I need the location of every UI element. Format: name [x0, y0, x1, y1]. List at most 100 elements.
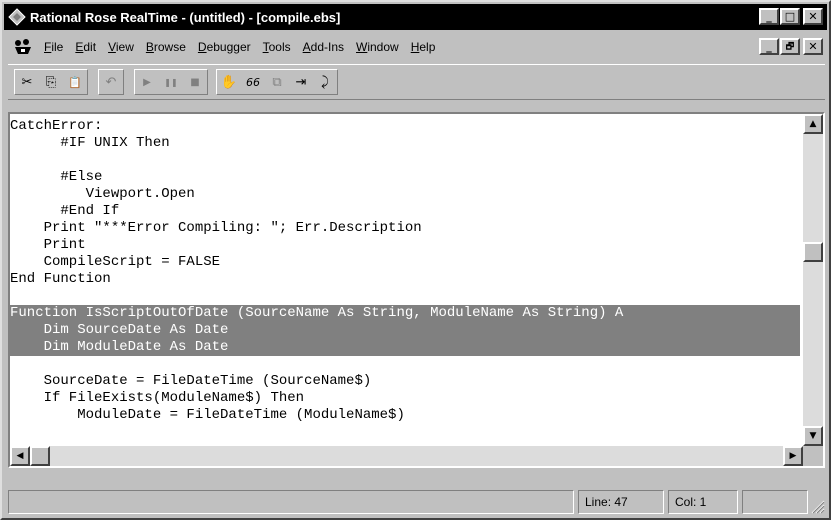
step-into-button[interactable]: ⇥ — [289, 70, 313, 94]
menu-label: indow — [367, 40, 399, 54]
code-line[interactable]: #IF UNIX Then — [10, 135, 169, 152]
copy-icon: ⎘ — [45, 74, 57, 90]
play-icon: ▶ — [143, 76, 151, 88]
minimize-icon: _ — [766, 10, 772, 23]
rose-app-icon — [8, 8, 26, 26]
pause-button[interactable]: ❚❚ — [159, 70, 183, 94]
code-line[interactable]: Viewport.Open — [10, 186, 195, 203]
calls-icon: ⧉ — [272, 74, 282, 90]
column-indicator: Col: 1 — [668, 490, 738, 514]
doc-close-button[interactable]: ✕ — [803, 38, 823, 55]
clipboard-icon: 📋 — [68, 75, 82, 89]
doc-minimize-button[interactable]: _ — [759, 38, 779, 55]
menu-label: dit — [83, 40, 97, 54]
close-icon: ✕ — [808, 10, 818, 23]
code-area[interactable]: CatchError: #IF UNIX Then #Else Viewport… — [10, 114, 800, 444]
resize-grip-icon[interactable] — [809, 498, 825, 514]
maximize-icon: □ — [784, 10, 796, 23]
paste-button[interactable]: 📋 — [63, 70, 87, 94]
menu-label: ools — [268, 40, 291, 54]
menu-label: rowse — [153, 40, 186, 54]
menu-view[interactable]: View — [102, 40, 140, 54]
menu-edit[interactable]: Edit — [69, 40, 102, 54]
title-bar[interactable]: Rational Rose RealTime - (untitled) - [c… — [4, 4, 827, 30]
vertical-scrollbar[interactable]: ▲ ▼ — [803, 114, 823, 446]
run-button[interactable]: ▶ — [135, 70, 159, 94]
line-indicator: Line: 47 — [578, 490, 664, 514]
menu-label: iew — [115, 40, 134, 54]
menu-accelerator: W — [356, 40, 368, 54]
calls-button[interactable]: ⧉ — [265, 70, 289, 94]
arrow-right-icon: ▶ — [789, 451, 797, 461]
code-line[interactable]: Print — [10, 237, 86, 254]
horizontal-scroll-thumb[interactable] — [30, 446, 50, 466]
menu-accelerator: B — [145, 40, 154, 54]
menu-items: File Edit View Browse Debugger Tools Add-Ins Wi… — [38, 40, 441, 54]
code-line[interactable]: Print "***Error Compiling: "; Err.Descri… — [10, 220, 422, 237]
minimize-button[interactable]: _ — [759, 8, 779, 25]
menu-browse[interactable]: Browse — [140, 40, 192, 54]
menu-accelerator: D — [197, 40, 207, 54]
window-title: Rational Rose RealTime - (untitled) - [c… — [30, 9, 341, 25]
menu-accelerator: A — [302, 40, 311, 54]
debug-run-group: ▶ ❚❚ ■ — [134, 69, 208, 95]
horizontal-scrollbar[interactable]: ◀ ▶ — [10, 446, 803, 466]
menu-debugger[interactable]: Debugger — [192, 40, 257, 54]
code-line[interactable]: #End If — [10, 203, 119, 220]
menu-bar: File Edit View Browse Debugger Tools Add-Ins Wi… — [4, 32, 827, 62]
selected-code-line[interactable]: Function IsScriptOutOfDate (SourceName A… — [10, 305, 800, 322]
maximize-button[interactable]: □ — [780, 8, 800, 25]
menu-label: ebugger — [206, 40, 251, 54]
menu-label: dd-Ins — [310, 40, 345, 54]
menu-add-ins[interactable]: Add-Ins — [297, 40, 350, 54]
watch-button[interactable]: 66 — [241, 70, 265, 94]
hand-icon: ✋ — [220, 74, 238, 90]
vertical-scroll-thumb[interactable] — [803, 242, 823, 262]
code-line[interactable]: SourceDate = FileDateTime (SourceName$) — [10, 373, 372, 390]
debug-tools-group: ✋ 66 ⧉ ⇥ ⤸ — [216, 69, 338, 95]
close-button[interactable]: ✕ — [803, 8, 823, 25]
doc-restore-button[interactable]: 🗗 — [780, 38, 800, 55]
selected-code-line[interactable]: Dim SourceDate As Date — [10, 322, 800, 339]
scroll-down-button[interactable]: ▼ — [803, 426, 823, 446]
status-empty-panel — [742, 490, 808, 514]
hand-button[interactable]: ✋ — [217, 70, 241, 94]
undo-icon: ↶ — [105, 74, 117, 90]
code-line[interactable]: #Else — [10, 169, 102, 186]
arrow-left-icon: ◀ — [16, 451, 24, 461]
restore-icon: 🗗 — [785, 41, 795, 52]
copy-button[interactable]: ⎘ — [39, 70, 63, 94]
step-over-button[interactable]: ⤸ — [313, 70, 337, 94]
cut-button[interactable]: ✂ — [15, 70, 39, 94]
toolbar: ✂ ⎘ 📋 ↶ ▶ ❚❚ ■ ✋ 66 ⧉ ⇥ ⤸ — [8, 64, 825, 100]
document-icon[interactable] — [12, 38, 34, 56]
step-into-icon: ⇥ — [295, 74, 307, 90]
menu-tools[interactable]: Tools — [257, 40, 297, 54]
step-over-icon: ⤸ — [321, 74, 329, 90]
menu-label: ile — [51, 40, 64, 54]
undo-toolbar-group: ↶ — [98, 69, 124, 95]
scroll-up-button[interactable]: ▲ — [803, 114, 823, 134]
stop-icon: ■ — [190, 76, 200, 88]
menu-help[interactable]: Help — [405, 40, 442, 54]
code-line[interactable]: ModuleDate = FileDateTime (ModuleName$) — [10, 407, 405, 424]
code-line[interactable]: CompileScript = FALSE — [10, 254, 220, 271]
scroll-left-button[interactable]: ◀ — [10, 446, 30, 466]
close-icon: ✕ — [808, 40, 818, 53]
menu-window[interactable]: Window — [350, 40, 405, 54]
code-line[interactable]: End Function — [10, 271, 111, 288]
code-line[interactable]: CatchError: — [10, 118, 102, 135]
selected-code-line[interactable]: Dim ModuleDate As Date — [10, 339, 800, 356]
stop-button[interactable]: ■ — [183, 70, 207, 94]
menu-file[interactable]: File — [38, 40, 69, 54]
arrow-down-icon: ▼ — [809, 431, 817, 441]
code-editor[interactable]: CatchError: #IF UNIX Then #Else Viewport… — [8, 112, 825, 468]
arrow-up-icon: ▲ — [809, 119, 817, 129]
scroll-right-button[interactable]: ▶ — [783, 446, 803, 466]
scroll-corner — [803, 446, 823, 466]
code-line[interactable]: If FileExists(ModuleName$) Then — [10, 390, 304, 407]
glasses-icon: 66 — [246, 75, 260, 89]
app-window: Rational Rose RealTime - (untitled) - [c… — [0, 0, 831, 520]
pause-icon: ❚❚ — [164, 77, 178, 87]
undo-button[interactable]: ↶ — [99, 70, 123, 94]
